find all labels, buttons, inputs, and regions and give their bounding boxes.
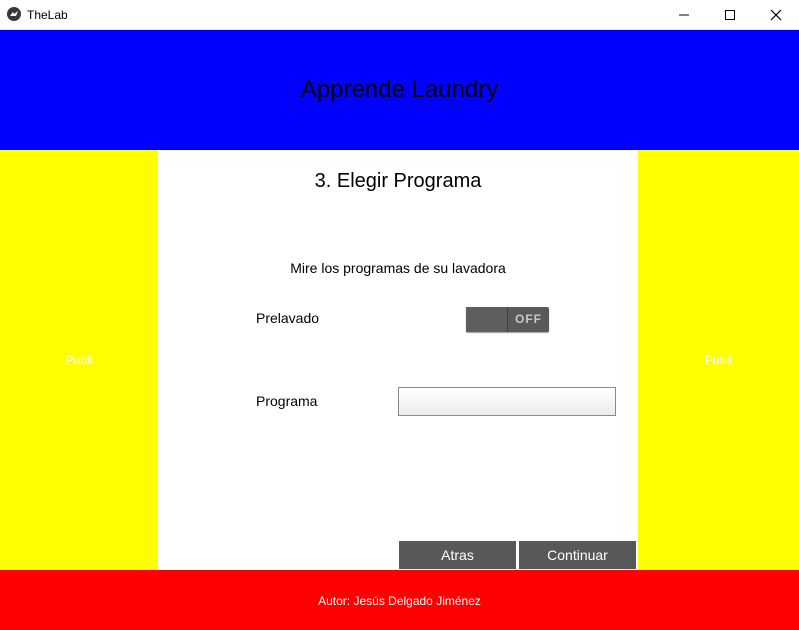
right-ad-label: Publi xyxy=(705,353,732,367)
prelavado-toggle[interactable]: OFF xyxy=(466,307,549,332)
left-ad-label: Publi xyxy=(65,353,93,367)
programa-input[interactable] xyxy=(398,387,616,416)
toggle-knob xyxy=(466,307,508,332)
prelavado-label: Prelavado xyxy=(256,310,320,326)
app-title: Apprende Laundry xyxy=(300,76,499,103)
maximize-button[interactable] xyxy=(707,0,753,30)
left-ad-banner[interactable]: Publi xyxy=(0,150,158,570)
window-title: TheLab xyxy=(27,8,68,22)
main-content: 3. Elegir Programa Mire los programas de… xyxy=(158,150,638,570)
maximize-icon xyxy=(725,10,735,20)
kivy-logo-icon xyxy=(7,7,21,21)
minimize-button[interactable] xyxy=(661,0,707,30)
instructions-text: Mire los programas de su lavadora xyxy=(290,260,506,276)
back-button[interactable]: Atras xyxy=(399,541,516,569)
close-button[interactable] xyxy=(753,0,799,30)
toggle-state-text: OFF xyxy=(515,312,542,326)
app-footer: Autor: Jesús Delgado Jiménez xyxy=(0,570,799,630)
right-ad-banner[interactable]: Publi xyxy=(638,150,799,570)
app-header: Apprende Laundry xyxy=(0,30,799,150)
author-credit: Autor: Jesús Delgado Jiménez xyxy=(318,594,481,608)
window-title-bar: TheLab xyxy=(0,0,799,30)
continue-button[interactable]: Continuar xyxy=(519,541,636,569)
programa-label: Programa xyxy=(256,393,318,409)
close-icon xyxy=(770,9,782,21)
minimize-icon xyxy=(679,14,689,16)
step-title: 3. Elegir Programa xyxy=(314,170,482,192)
